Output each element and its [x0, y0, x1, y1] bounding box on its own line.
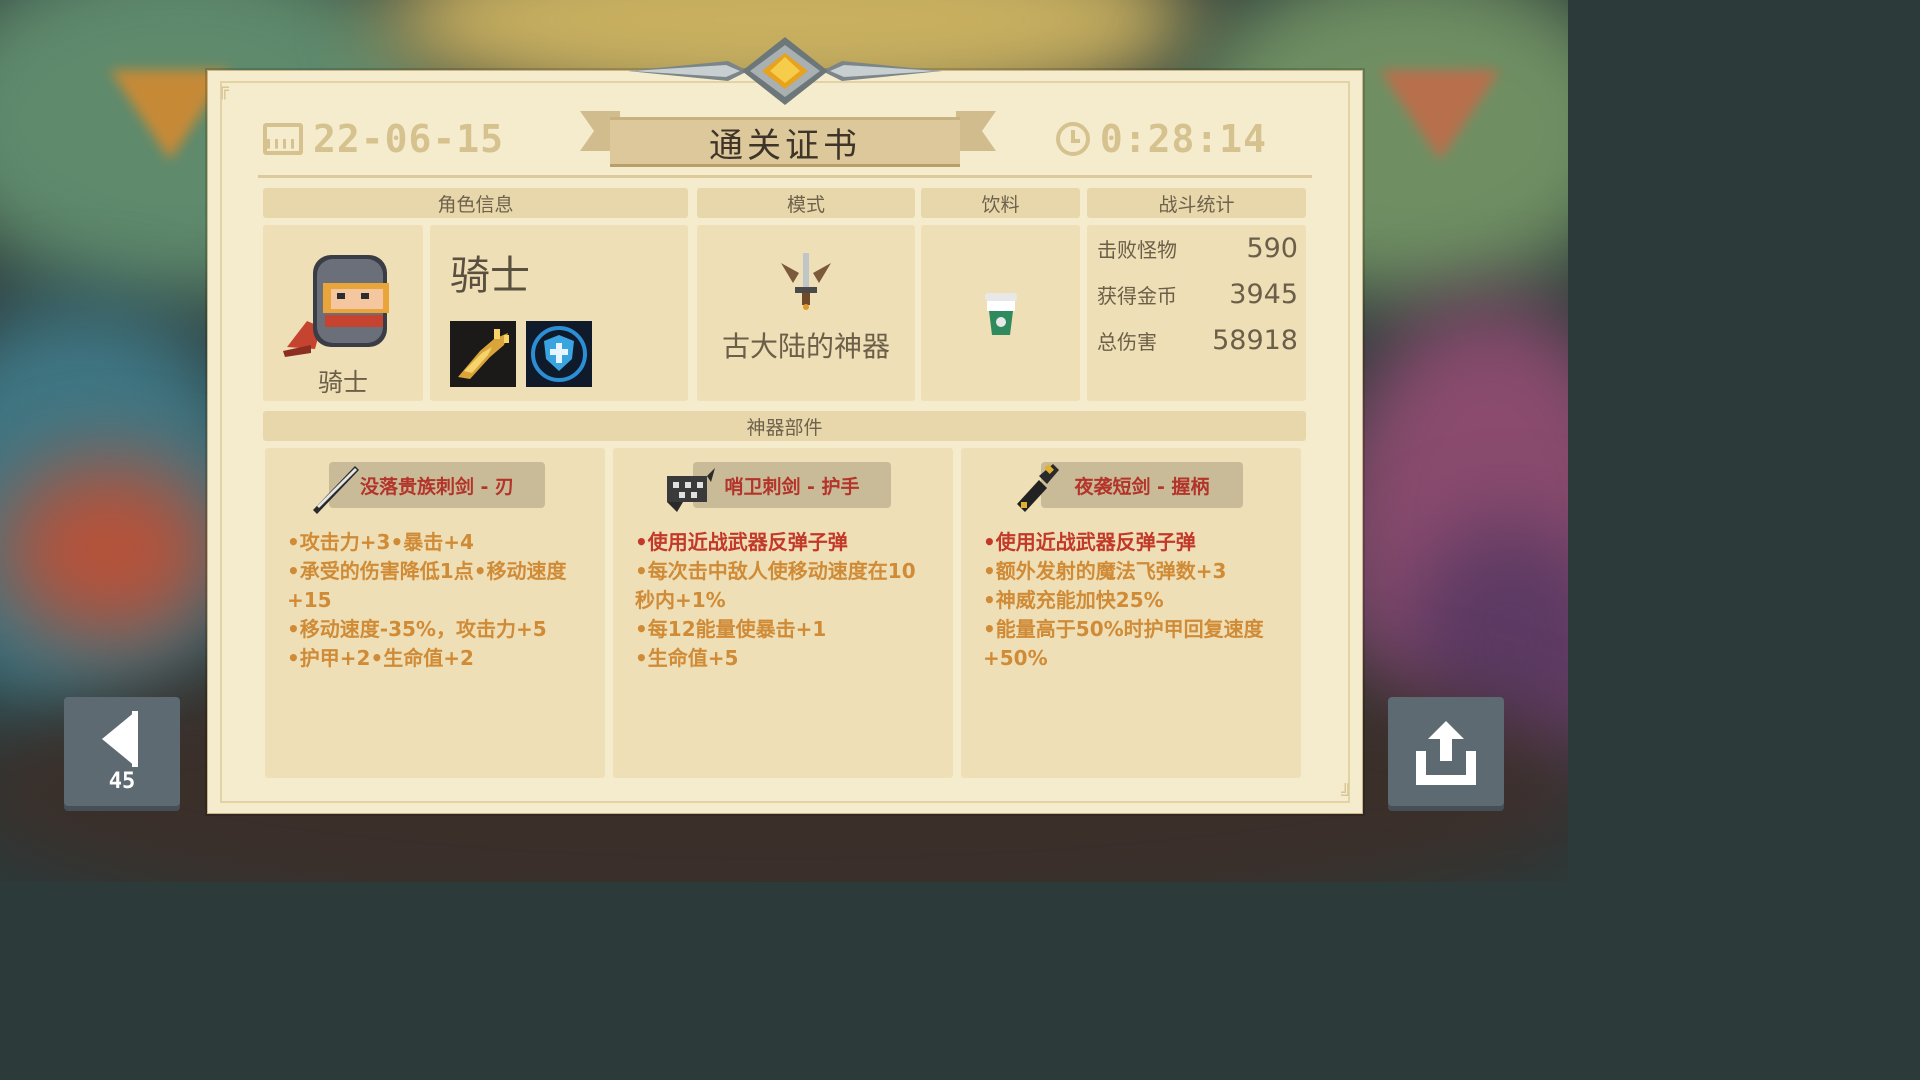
corner-ornament: ╝ — [1341, 784, 1352, 805]
clock-icon — [1055, 122, 1090, 156]
blue-shield-icon — [526, 321, 592, 387]
character-portrait-panel: 骑士 — [263, 225, 423, 401]
part-effect-line: •额外发射的魔法飞弹数+3 — [983, 559, 1227, 583]
part-name: 哨卫刺剑 - 护手 — [693, 462, 891, 508]
part-effect-line: •承受的伤害降低1点•移动速度+15 — [287, 559, 567, 612]
part-description: •攻击力+3•暴击+4 •承受的伤害降低1点•移动速度+15 •移动速度-35%… — [287, 528, 587, 673]
stat-label: 总伤害 — [1097, 330, 1157, 354]
stat-label: 击败怪物 — [1097, 238, 1177, 262]
rapier-blade-icon — [313, 466, 359, 514]
clear-certificate: ╔ ╝ 22-06-15 通关证书 0:28:14 角色信息 模式 饮料 战斗统… — [207, 37, 1363, 814]
part-effect-line: •移动速度-35%，攻击力+5 — [287, 617, 547, 641]
header-character-info: 角色信息 — [263, 188, 688, 218]
part-effect-line: •使用近战武器反弹子弹 — [635, 530, 848, 554]
artifact-sword-wings-icon — [781, 253, 831, 310]
part-effect-line: •攻击力+3•暴击+4 — [287, 530, 474, 554]
mode-panel: 古大陆的神器 — [697, 225, 915, 401]
header-drink: 饮料 — [921, 188, 1080, 218]
character-name: 骑士 — [450, 253, 530, 299]
calendar-icon — [263, 123, 303, 155]
date-display: 22-06-15 — [263, 117, 504, 161]
stat-value: 3945 — [1229, 279, 1298, 310]
corner-ornament: ╔ — [218, 79, 229, 100]
back-button[interactable]: 45 — [64, 697, 180, 811]
drink-panel — [921, 225, 1080, 401]
back-arrow-bar — [132, 711, 138, 767]
golden-gun-icon — [450, 321, 516, 387]
part-effect-line: •神威充能加快25% — [983, 588, 1164, 612]
header-battle-stats: 战斗统计 — [1087, 188, 1306, 218]
character-caption: 骑士 — [317, 368, 368, 397]
character-detail-panel: 骑士 — [430, 225, 688, 401]
stat-value: 590 — [1246, 233, 1298, 264]
artifact-part-card: 夜袭短剑 - 握柄 •使用近战武器反弹子弹 •额外发射的魔法飞弹数+3 •神威充… — [961, 448, 1301, 778]
part-effect-line: •每次击中敌人使移动速度在10秒内+1% — [635, 559, 916, 612]
artifact-part-card: 没落贵族刺剑 - 刃 •攻击力+3•暴击+4 •承受的伤害降低1点•移动速度+1… — [265, 448, 605, 778]
mode-label: 古大陆的神器 — [721, 330, 890, 363]
share-icon — [1416, 721, 1476, 785]
header-artifact-parts: 神器部件 — [263, 411, 1306, 441]
header-mode: 模式 — [697, 188, 915, 218]
part-effect-line: •护甲+2•生命值+2 — [287, 646, 474, 670]
part-effect-line: •能量高于50%时护甲回复速度+50% — [983, 617, 1264, 670]
share-button[interactable] — [1388, 697, 1504, 811]
back-count: 45 — [108, 769, 136, 794]
part-effect-line: •生命值+5 — [635, 646, 739, 670]
stat-row: 获得金币 3945 — [1097, 279, 1298, 310]
time-display: 0:28:14 — [1055, 117, 1267, 161]
time-text: 0:28:14 — [1099, 117, 1267, 161]
knight-helmet-icon — [283, 255, 389, 357]
back-arrow-icon — [102, 711, 136, 767]
part-description: •使用近战武器反弹子弹 •每次击中敌人使移动速度在10秒内+1% •每12能量使… — [635, 528, 935, 673]
certificate-title: 通关证书 — [610, 117, 960, 167]
stat-label: 获得金币 — [1097, 284, 1177, 308]
part-effect-line: •使用近战武器反弹子弹 — [983, 530, 1196, 554]
green-cup-icon — [985, 293, 1017, 335]
artifact-part-card: 哨卫刺剑 - 护手 •使用近战武器反弹子弹 •每次击中敌人使移动速度在10秒内+… — [613, 448, 953, 778]
stat-value: 58918 — [1212, 325, 1298, 356]
part-effect-line: •每12能量使暴击+1 — [635, 617, 827, 641]
crest-gem-icon — [628, 37, 942, 105]
sentinel-guard-icon — [667, 468, 715, 512]
stat-row: 击败怪物 590 — [1097, 233, 1298, 264]
night-dagger-hilt-icon — [1017, 464, 1059, 512]
part-description: •使用近战武器反弹子弹 •额外发射的魔法飞弹数+3 •神威充能加快25% •能量… — [983, 528, 1283, 673]
battle-stats-panel: 击败怪物 590 获得金币 3945 总伤害 58918 — [1087, 225, 1306, 401]
part-name: 夜袭短剑 - 握柄 — [1041, 462, 1243, 508]
date-text: 22-06-15 — [313, 117, 505, 161]
stat-row: 总伤害 58918 — [1097, 325, 1298, 356]
divider — [258, 175, 1312, 178]
